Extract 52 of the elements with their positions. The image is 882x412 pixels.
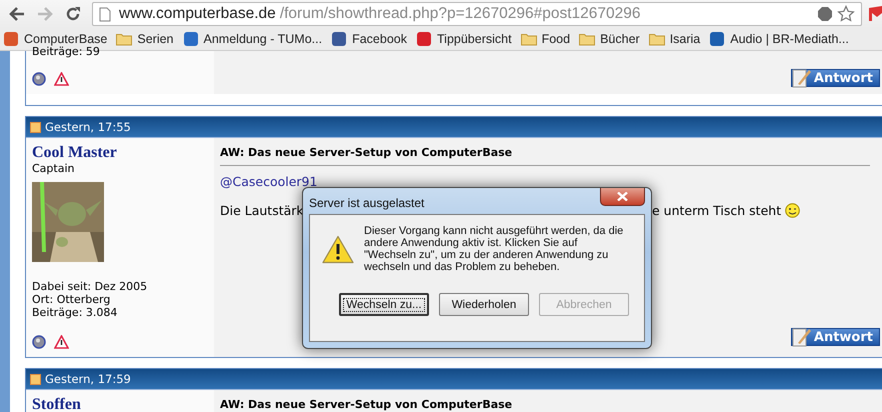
post-title: AW: Das neue Server-Setup von ComputerBase bbox=[220, 398, 870, 412]
bookmark[interactable]: Tippübersicht bbox=[416, 31, 512, 47]
username[interactable]: Cool Master bbox=[32, 144, 117, 162]
bookmark[interactable]: Audio | BR-Mediath... bbox=[709, 31, 849, 47]
status-dot-icon bbox=[32, 335, 46, 349]
warning-icon bbox=[322, 234, 354, 264]
bookmark[interactable]: Isaria bbox=[648, 32, 700, 46]
user-rank: Captain bbox=[32, 162, 74, 175]
reload-icon[interactable] bbox=[64, 5, 82, 23]
back-icon[interactable] bbox=[8, 6, 26, 22]
post-title: AW: Das neue Server-Setup von ComputerBase bbox=[220, 146, 870, 166]
close-icon bbox=[617, 192, 628, 201]
user-info: Beiträge: 3.084 bbox=[32, 306, 118, 319]
user-info: Dabei seit: Dez 2005 bbox=[32, 280, 148, 293]
url-path: /forum/showthread.php?p=12670296#post12670296 bbox=[280, 5, 640, 23]
bookmark[interactable]: Serien bbox=[116, 32, 174, 46]
bookmark[interactable]: ComputerBase bbox=[3, 31, 108, 47]
bookmark[interactable]: Facebook bbox=[331, 31, 407, 47]
post-icon bbox=[30, 374, 41, 384]
dialog-button[interactable]: Wechseln zu... bbox=[339, 293, 429, 316]
post-text: Die Lautstärk bbox=[220, 203, 304, 218]
bookmark[interactable]: Bücher bbox=[579, 32, 640, 46]
reply-button[interactable]: Antwort bbox=[790, 69, 880, 87]
star-icon[interactable] bbox=[837, 5, 855, 23]
dialog-button[interactable]: Wiederholen bbox=[439, 293, 529, 316]
status-dot-icon bbox=[32, 72, 46, 86]
user-info: Ort: Otterberg bbox=[32, 293, 112, 306]
dialog-message: Dieser Vorgang kann nicht ausgeführt werden, da die andere Anwendung aktiv ist. Klicken Sie auf "Wechseln zu", um zu der anderen Anwendung zu wechseln und das Problem zu beheben. bbox=[364, 225, 624, 273]
folder-icon bbox=[579, 32, 596, 46]
post-date: Gestern, 17:59 bbox=[45, 372, 131, 386]
url-host: www.computerbase.de bbox=[119, 5, 276, 23]
post-icon bbox=[30, 122, 41, 132]
pen-icon bbox=[792, 327, 812, 347]
smiley-icon bbox=[785, 203, 800, 218]
post-date: Gestern, 17:55 bbox=[45, 120, 131, 134]
folder-icon bbox=[520, 32, 537, 46]
dialog-title: Server ist ausgelastet bbox=[309, 196, 424, 210]
folder-icon bbox=[116, 32, 132, 46]
address-bar[interactable]: www.computerbase.de /forum/showthread.php?p=12670296#post12670296 bbox=[92, 2, 862, 26]
username[interactable]: Stoffen bbox=[32, 396, 81, 412]
page-icon bbox=[99, 6, 111, 22]
mention-link[interactable]: @Casecooler91 bbox=[220, 174, 318, 189]
post-text: e unterm Tisch steht bbox=[652, 203, 782, 218]
bookmark[interactable]: Food bbox=[520, 32, 570, 46]
folder-icon bbox=[648, 32, 665, 46]
warning-icon[interactable] bbox=[54, 72, 69, 86]
bookmark[interactable]: Anmeldung - TUMo... bbox=[182, 31, 322, 47]
warning-icon[interactable] bbox=[54, 335, 69, 349]
pen-icon bbox=[792, 68, 812, 88]
user-info: Beiträge: 59 bbox=[32, 45, 100, 58]
reply-button[interactable]: Antwort bbox=[790, 328, 880, 346]
close-button[interactable] bbox=[600, 188, 645, 206]
